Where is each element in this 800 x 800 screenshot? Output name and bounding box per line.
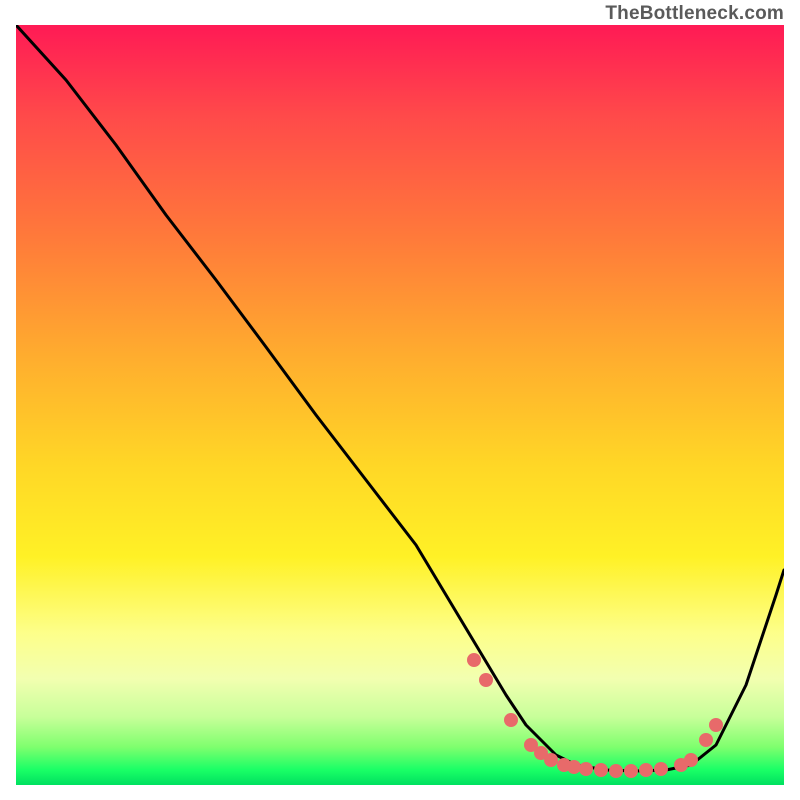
scatter-dot — [504, 713, 518, 727]
scatter-dot — [467, 653, 481, 667]
scatter-dot — [609, 764, 623, 778]
scatter-dot — [479, 673, 493, 687]
bottleneck-curve — [16, 25, 784, 771]
scatter-dot — [594, 763, 608, 777]
scatter-dots-group — [467, 653, 723, 778]
chart-frame: TheBottleneck.com — [0, 0, 800, 800]
scatter-dot — [544, 753, 558, 767]
scatter-dot — [654, 762, 668, 776]
scatter-dot — [567, 760, 581, 774]
scatter-dot — [579, 762, 593, 776]
scatter-dot — [709, 718, 723, 732]
scatter-dot — [624, 764, 638, 778]
scatter-dot — [639, 763, 653, 777]
scatter-dot — [684, 753, 698, 767]
scatter-dot — [699, 733, 713, 747]
chart-overlay-svg — [16, 25, 784, 785]
branding-watermark: TheBottleneck.com — [605, 3, 784, 25]
